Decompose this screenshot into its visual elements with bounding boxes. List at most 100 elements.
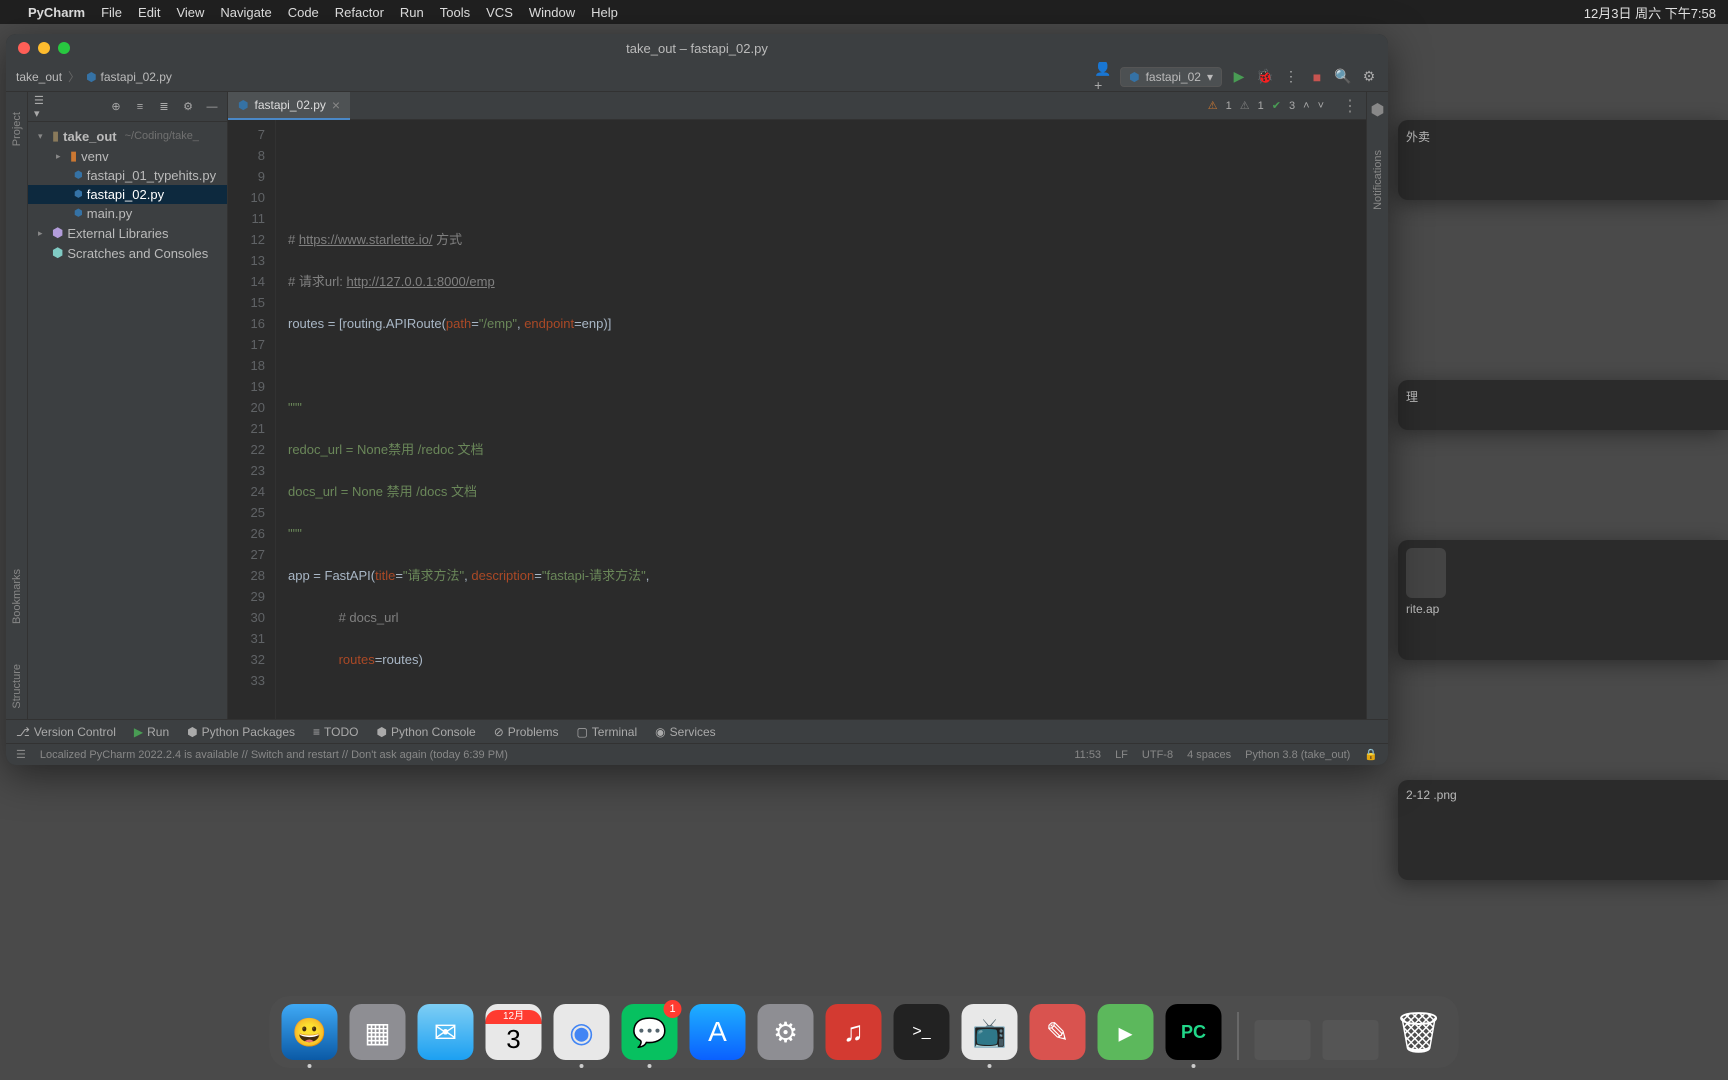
tab-problems[interactable]: ⊘Problems — [494, 725, 559, 739]
close-button[interactable] — [18, 42, 30, 54]
dock-recent-1[interactable] — [1255, 1020, 1311, 1060]
chevron-down-icon[interactable]: ˅ — [1318, 100, 1324, 112]
menu-file[interactable]: File — [101, 5, 122, 20]
dock-settings[interactable]: ⚙ — [758, 1004, 814, 1060]
event-log-icon[interactable]: ☰ — [16, 748, 26, 761]
tab-terminal[interactable]: ▢Terminal — [576, 725, 637, 739]
side-window-1: 外卖 — [1398, 120, 1728, 200]
dock-trash[interactable]: 🗑 — [1391, 1004, 1447, 1060]
warning-icon: ⚠ — [1208, 99, 1218, 112]
menu-code[interactable]: Code — [288, 5, 319, 20]
tab-services[interactable]: ◉Services — [655, 725, 716, 739]
left-tab-bookmarks[interactable]: Bookmarks — [11, 569, 23, 624]
tab-bar: ⬢ fastapi_02.py × ⚠1 ⚠1 ✔3 ˄ ˅ ⋮ — [228, 92, 1366, 120]
package-icon: ⬢ — [187, 725, 197, 739]
expand-icon[interactable]: ≡ — [131, 98, 149, 116]
menu-refactor[interactable]: Refactor — [335, 5, 384, 20]
gear-icon[interactable]: ⚙ — [179, 98, 197, 116]
lock-icon[interactable]: 🔒 — [1364, 748, 1378, 761]
side-file-2: 2-12 .png — [1406, 788, 1720, 802]
terminal-icon: ▢ — [576, 725, 587, 739]
more-run-icon[interactable]: ⋮ — [1282, 68, 1300, 86]
menu-view[interactable]: View — [176, 5, 204, 20]
code-editor[interactable]: 7891011121314151617181920212223242526272… — [228, 120, 1366, 719]
bottom-tool-tabs: ⎇Version Control ▶Run ⬢Python Packages ≡… — [6, 719, 1388, 743]
menu-vcs[interactable]: VCS — [486, 5, 513, 20]
dock-chrome[interactable]: ◉ — [554, 1004, 610, 1060]
dock-launchpad[interactable]: ▦ — [350, 1004, 406, 1060]
tree-root[interactable]: ▾ ▮ take_out ~/Coding/take_ — [28, 126, 227, 146]
traffic-lights — [18, 42, 70, 54]
python-file-icon: ⬢ — [74, 208, 83, 219]
locate-icon[interactable]: ⊕ — [107, 98, 125, 116]
side-label-1: 外卖 — [1406, 128, 1720, 145]
tree-file-typehits[interactable]: ⬢ fastapi_01_typehits.py — [28, 166, 227, 185]
hide-icon[interactable]: — — [203, 98, 221, 116]
dock-mail[interactable]: ✉ — [418, 1004, 474, 1060]
chevron-up-icon[interactable]: ˄ — [1303, 100, 1309, 112]
encoding[interactable]: UTF-8 — [1142, 749, 1173, 761]
side-label-2: 理 — [1406, 388, 1720, 405]
tab-py-console[interactable]: ⬢Python Console — [376, 725, 475, 739]
status-message[interactable]: Localized PyCharm 2022.2.4 is available … — [40, 749, 508, 761]
search-icon[interactable]: 🔍 — [1334, 68, 1352, 86]
right-tab-notifications[interactable]: Notifications — [1372, 150, 1384, 210]
tab-todo[interactable]: ≡TODO — [313, 725, 358, 739]
zoom-button[interactable] — [58, 42, 70, 54]
run-button-icon[interactable]: ▶ — [1230, 68, 1248, 86]
line-sep[interactable]: LF — [1115, 749, 1128, 761]
app-name[interactable]: PyCharm — [28, 5, 85, 20]
tree-file-fastapi02[interactable]: ⬢ fastapi_02.py — [28, 185, 227, 204]
debug-button-icon[interactable]: 🐞 — [1256, 68, 1274, 86]
dock-app-red[interactable]: ✎ — [1030, 1004, 1086, 1060]
dock-calendar[interactable]: 12月 3 — [486, 1004, 542, 1060]
breadcrumb-root[interactable]: take_out — [16, 70, 62, 84]
inspections-widget[interactable]: ⚠1 ⚠1 ✔3 ˄ ˅ — [1208, 99, 1334, 112]
dock-recent-2[interactable] — [1323, 1020, 1379, 1060]
dock-pycharm[interactable]: PC — [1166, 1004, 1222, 1060]
tree-file-main[interactable]: ⬢ main.py — [28, 204, 227, 223]
collapse-icon[interactable]: ≣ — [155, 98, 173, 116]
menu-run[interactable]: Run — [400, 5, 424, 20]
dock-netease[interactable]: ♫ — [826, 1004, 882, 1060]
caret-position[interactable]: 11:53 — [1074, 749, 1101, 761]
menu-navigate[interactable]: Navigate — [220, 5, 271, 20]
todo-icon: ≡ — [313, 725, 320, 739]
interpreter[interactable]: Python 3.8 (take_out) — [1245, 749, 1350, 761]
dock-finder[interactable]: 😀 — [282, 1004, 338, 1060]
dock-appstore[interactable]: A — [690, 1004, 746, 1060]
dock-bilibili[interactable]: 📺 — [962, 1004, 1018, 1060]
minimize-button[interactable] — [38, 42, 50, 54]
tree-scratches[interactable]: ⬢ Scratches and Consoles — [28, 243, 227, 263]
file-tab-active[interactable]: ⬢ fastapi_02.py × — [228, 92, 350, 120]
dock-terminal[interactable]: >_ — [894, 1004, 950, 1060]
more-icon[interactable]: ⋮ — [1334, 96, 1366, 116]
file-thumb-icon — [1406, 548, 1446, 598]
tab-py-packages[interactable]: ⬢Python Packages — [187, 725, 295, 739]
breadcrumb-file[interactable]: ⬢fastapi_02.py — [86, 70, 172, 84]
scratch-icon: ⬢ — [52, 245, 63, 261]
left-tab-project[interactable]: Project — [11, 112, 23, 146]
run-config-selector[interactable]: ⬢fastapi_02▾ — [1120, 67, 1222, 87]
tab-vcs[interactable]: ⎇Version Control — [16, 725, 116, 739]
dock-wechat[interactable]: 💬1 — [622, 1004, 678, 1060]
settings-icon[interactable]: ⚙ — [1360, 68, 1378, 86]
tree-external-libs[interactable]: ▸ ⬢ External Libraries — [28, 223, 227, 243]
menubar-clock[interactable]: 12月3日 周六 下午7:58 — [1584, 3, 1716, 22]
tree-venv[interactable]: ▸ ▮ venv — [28, 146, 227, 166]
indent[interactable]: 4 spaces — [1187, 749, 1231, 761]
database-icon[interactable]: ⬢ — [1371, 100, 1385, 120]
add-user-icon[interactable]: 👤+ — [1094, 68, 1112, 86]
menu-window[interactable]: Window — [529, 5, 575, 20]
tab-run[interactable]: ▶Run — [134, 725, 169, 739]
close-tab-icon[interactable]: × — [332, 97, 340, 113]
menu-edit[interactable]: Edit — [138, 5, 160, 20]
project-panel: ☰ ▾ ⊕ ≡ ≣ ⚙ — ▾ ▮ take_out ~/Coding/take… — [28, 92, 228, 719]
menu-tools[interactable]: Tools — [440, 5, 470, 20]
stop-button-icon[interactable]: ■ — [1308, 68, 1326, 86]
code-content[interactable]: # https://www.starlette.io/ 方式 # 请求url: … — [276, 120, 1366, 719]
menu-help[interactable]: Help — [591, 5, 618, 20]
left-tab-structure[interactable]: Structure — [11, 664, 23, 709]
project-dropdown-icon[interactable]: ☰ ▾ — [34, 98, 52, 116]
dock-app-green[interactable]: ▸ — [1098, 1004, 1154, 1060]
